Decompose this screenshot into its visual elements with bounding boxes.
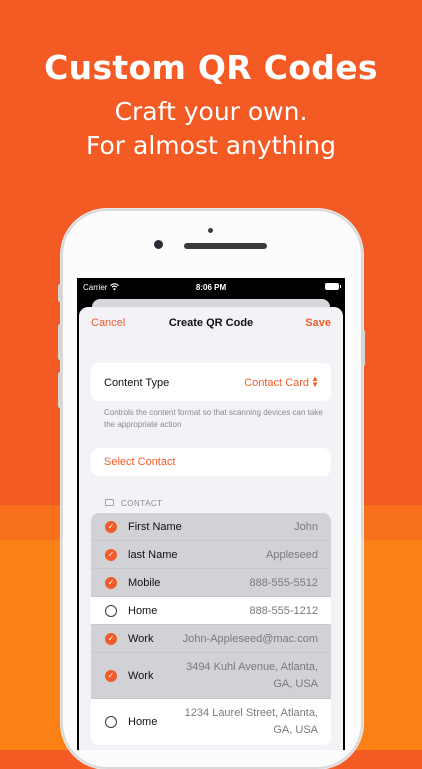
list-item[interactable]: Work John-Appleseed@mac.com (91, 625, 331, 653)
content-type-label: Content Type (104, 377, 170, 389)
unchecked-circle-icon (105, 605, 117, 617)
field-value: 3494 Kuhl Avenue, Atlanta, (186, 661, 318, 673)
phone-sensor (208, 228, 213, 233)
checkmark-icon (105, 577, 117, 589)
list-item[interactable]: Mobile 888-555-5512 (91, 569, 331, 597)
nav-title: Create QR Code (168, 317, 254, 329)
phone-mute-switch (58, 284, 62, 302)
chevron-up-down-icon: ▲ ▼ (311, 374, 319, 389)
phone-power-button (361, 330, 365, 366)
save-button[interactable]: Save (305, 317, 331, 329)
checkmark-icon (105, 670, 117, 682)
field-value-line-2: GA, USA (273, 678, 318, 690)
select-contact-label: Select Contact (104, 456, 176, 468)
field-label: Mobile (128, 577, 161, 589)
field-value: 888-555-1212 (249, 605, 318, 617)
phone-volume-down (58, 372, 62, 408)
field-label: Work (128, 670, 154, 682)
field-label: Home (128, 605, 158, 617)
field-value: John (294, 521, 318, 533)
content-type-help: Controls the content format so that scan… (104, 408, 323, 429)
field-value: 888-555-5512 (249, 577, 318, 589)
promo-subline-1: Craft your own. (114, 97, 308, 126)
unchecked-circle-icon (105, 716, 117, 728)
contact-section-header: CONTACT (121, 499, 163, 508)
promo-subline-2: For almost anything (86, 131, 336, 160)
nav-bar: Cancel Create QR Code Save (79, 307, 343, 341)
list-item[interactable]: First Name John (91, 513, 331, 541)
list-item[interactable]: Home 888-555-1212 (91, 597, 331, 625)
field-label: Home (128, 716, 158, 728)
status-time: 8:06 PM (195, 283, 227, 292)
status-bar: Carrier 8:06 PM (77, 278, 345, 296)
list-item[interactable]: Work 3494 Kuhl Avenue, Atlanta, GA, USA (91, 653, 331, 699)
field-label: Work (128, 633, 154, 645)
phone-screen: Carrier 8:06 PM Cancel Create QR Code Sa… (77, 278, 345, 750)
checkmark-icon (105, 633, 117, 645)
list-item[interactable]: Home 1234 Laurel Street, Atlanta, GA, US… (91, 699, 331, 745)
select-contact-button[interactable]: Select Contact (91, 448, 331, 476)
earpiece-speaker (184, 243, 267, 249)
field-value-line-2: GA, USA (273, 724, 318, 736)
content-type-value: Contact Card (244, 377, 309, 389)
field-label: last Name (128, 549, 178, 561)
content-type-picker[interactable]: Content Type Contact Card ▲ ▼ (91, 363, 331, 401)
contact-fields-list: First Name John last Name Appleseed Mobi… (91, 513, 331, 745)
battery-icon (325, 283, 341, 290)
promo-headline: Custom QR Codes (44, 48, 378, 87)
field-value: Appleseed (266, 549, 318, 561)
front-camera (154, 240, 163, 249)
checkmark-icon (105, 521, 117, 533)
field-value: John-Appleseed@mac.com (182, 633, 318, 645)
create-qr-sheet: Cancel Create QR Code Save Content Type … (79, 307, 343, 750)
field-value: 1234 Laurel Street, Atlanta, (184, 707, 318, 719)
field-label: First Name (128, 521, 182, 533)
checkmark-icon (105, 549, 117, 561)
list-item[interactable]: last Name Appleseed (91, 541, 331, 569)
phone-volume-up (58, 324, 62, 360)
